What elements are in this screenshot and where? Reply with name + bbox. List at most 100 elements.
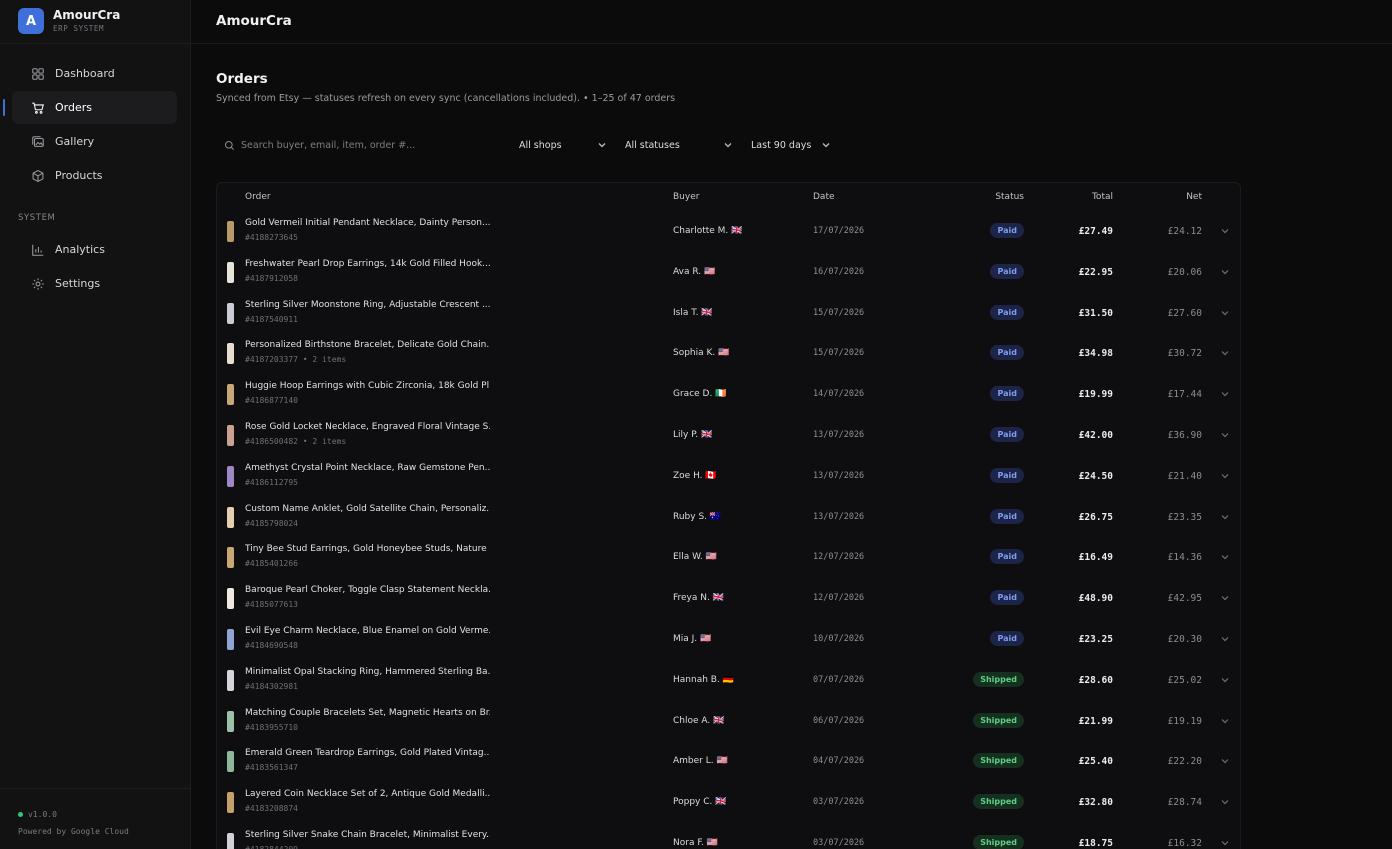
buyer-name: Lily P. 🇬🇧 — [673, 430, 713, 440]
column-header-order[interactable]: Order — [245, 192, 271, 202]
buyer-name: Charlotte M. 🇬🇧 — [673, 226, 743, 236]
order-date: 07/07/2026 — [813, 674, 865, 685]
sidebar-item-products[interactable]: Products — [12, 159, 177, 192]
table-row[interactable]: Evil Eye Charm Necklace, Blue Enamel on … — [217, 619, 1240, 660]
shop-filter-select[interactable]: All shops — [519, 133, 607, 157]
column-header-total[interactable]: Total — [1092, 192, 1113, 202]
table-row[interactable]: Gold Vermeil Initial Pendant Necklace, D… — [217, 211, 1240, 252]
order-date: 13/07/2026 — [813, 511, 865, 522]
table-row[interactable]: Tiny Bee Stud Earrings, Gold Honeybee St… — [217, 537, 1240, 578]
order-net: £16.32 — [1167, 838, 1202, 849]
status-badge: Shipped — [973, 712, 1024, 728]
sidebar-item-orders[interactable]: Orders — [12, 91, 177, 124]
status-badge: Paid — [990, 549, 1024, 565]
chevron-down-icon[interactable] — [1220, 593, 1230, 603]
chevron-down-icon[interactable] — [1220, 675, 1230, 685]
item-title: Evil Eye Charm Necklace, Blue Enamel on … — [245, 626, 490, 636]
table-row[interactable]: Amethyst Crystal Point Necklace, Raw Gem… — [217, 456, 1240, 497]
chevron-down-icon[interactable] — [1220, 838, 1230, 848]
table-row[interactable]: Huggie Hoop Earrings with Cubic Zirconia… — [217, 374, 1240, 415]
order-number: #4183208874 — [245, 804, 298, 814]
product-thumbnail — [227, 221, 234, 242]
order-date: 16/07/2026 — [813, 266, 865, 277]
order-date: 12/07/2026 — [813, 593, 865, 604]
column-header-status[interactable]: Status — [995, 192, 1024, 202]
column-header-net[interactable]: Net — [1186, 192, 1202, 202]
buyer-name: Freya N. 🇬🇧 — [673, 593, 724, 604]
table-row[interactable]: Matching Couple Bracelets Set, Magnetic … — [217, 701, 1240, 742]
order-net: £19.19 — [1167, 715, 1202, 727]
status-badge: Paid — [990, 427, 1024, 442]
product-thumbnail — [227, 465, 234, 487]
order-date: 06/07/2026 — [813, 715, 865, 726]
buyer-name: Poppy C. 🇬🇧 — [673, 797, 727, 808]
order-date: 04/07/2026 — [813, 756, 865, 767]
date-range-select[interactable]: Last 90 days — [751, 133, 831, 157]
search-input[interactable] — [241, 139, 481, 151]
table-row[interactable]: Minimalist Opal Stacking Ring, Hammered … — [217, 660, 1240, 701]
chevron-down-icon[interactable] — [1220, 308, 1230, 318]
buyer-name: Isla T. 🇬🇧 — [673, 307, 713, 318]
table-row[interactable]: Layered Coin Necklace Set of 2, Antique … — [217, 782, 1240, 823]
order-date: 15/07/2026 — [813, 307, 865, 318]
chevron-down-icon[interactable] — [1220, 389, 1230, 399]
sidebar-item-settings[interactable]: Settings — [12, 267, 177, 300]
column-header-date[interactable]: Date — [813, 192, 835, 202]
order-number: #4185077613 — [245, 600, 298, 610]
item-title: Gold Vermeil Initial Pendant Necklace, D… — [245, 218, 490, 228]
table-row[interactable]: Emerald Green Teardrop Earrings, Gold Pl… — [217, 741, 1240, 782]
orders-table: Order Buyer Date Status Total Net Gold V… — [216, 182, 1241, 849]
status-badge: Shipped — [973, 835, 1024, 849]
order-total: £27.49 — [1078, 226, 1113, 237]
chevron-down-icon[interactable] — [1220, 756, 1230, 766]
status-filter-select[interactable]: All statuses — [625, 133, 733, 157]
product-thumbnail — [227, 425, 234, 446]
order-net: £20.06 — [1167, 266, 1202, 278]
order-date: 13/07/2026 — [813, 470, 865, 481]
chevron-down-icon[interactable] — [1220, 634, 1230, 644]
order-number: #4185798024 — [245, 518, 298, 528]
powered-by: Powered by Google Cloud — [18, 827, 129, 836]
search-box — [216, 133, 496, 157]
order-date: 03/07/2026 — [813, 838, 865, 848]
chevron-down-icon[interactable] — [1220, 552, 1230, 562]
item-title: Matching Couple Bracelets Set, Magnetic … — [245, 707, 490, 718]
sidebar-item-label: Dashboard — [55, 67, 115, 80]
column-header-buyer[interactable]: Buyer — [673, 192, 699, 202]
item-title: Personalized Birthstone Bracelet, Delica… — [245, 340, 490, 351]
table-row[interactable]: Baroque Pearl Choker, Toggle Clasp State… — [217, 578, 1240, 619]
sidebar-item-dashboard[interactable]: Dashboard — [12, 57, 177, 90]
chevron-down-icon[interactable] — [1220, 226, 1230, 236]
table-row[interactable]: Sterling Silver Moonstone Ring, Adjustab… — [217, 293, 1240, 334]
sidebar-item-analytics[interactable]: Analytics — [12, 233, 177, 266]
chevron-down-icon[interactable] — [1220, 471, 1230, 481]
order-total: £34.98 — [1078, 348, 1113, 360]
status-badge: Paid — [990, 263, 1024, 279]
item-title: Emerald Green Teardrop Earrings, Gold Pl… — [245, 748, 490, 759]
chevron-down-icon[interactable] — [1220, 430, 1230, 440]
chevron-down-icon[interactable] — [1220, 512, 1230, 522]
chevron-down-icon[interactable] — [1220, 797, 1230, 807]
chevron-down-icon[interactable] — [1220, 716, 1230, 726]
order-total: £21.99 — [1078, 715, 1113, 727]
order-net: £22.20 — [1167, 756, 1202, 768]
table-row[interactable]: Rose Gold Locket Necklace, Engraved Flor… — [217, 415, 1240, 456]
status-badge: Paid — [990, 386, 1024, 402]
table-row[interactable]: Personalized Birthstone Bracelet, Delica… — [217, 333, 1240, 374]
table-row[interactable]: Freshwater Pearl Drop Earrings, 14k Gold… — [217, 252, 1240, 293]
product-thumbnail — [227, 588, 234, 610]
order-number: #4187203377 • 2 items — [245, 355, 347, 365]
sidebar-item-label: Settings — [55, 277, 101, 290]
chevron-down-icon[interactable] — [1220, 348, 1230, 358]
item-title: Layered Coin Necklace Set of 2, Antique … — [245, 789, 490, 800]
order-number: #4186500482 • 2 items — [245, 437, 347, 446]
table-row[interactable]: Custom Name Anklet, Gold Satellite Chain… — [217, 497, 1240, 538]
brand-subtitle: ERP SYSTEM — [53, 24, 105, 33]
box-icon — [32, 169, 44, 182]
chevron-down-icon[interactable] — [1220, 267, 1230, 277]
order-total: £31.50 — [1078, 307, 1113, 319]
order-number: #4186112795 — [245, 477, 298, 487]
sidebar-item-gallery[interactable]: Gallery — [12, 125, 177, 158]
brand[interactable]: A AmourCra ERP SYSTEM — [18, 8, 120, 34]
table-row[interactable]: Sterling Silver Snake Chain Bracelet, Mi… — [217, 823, 1240, 849]
